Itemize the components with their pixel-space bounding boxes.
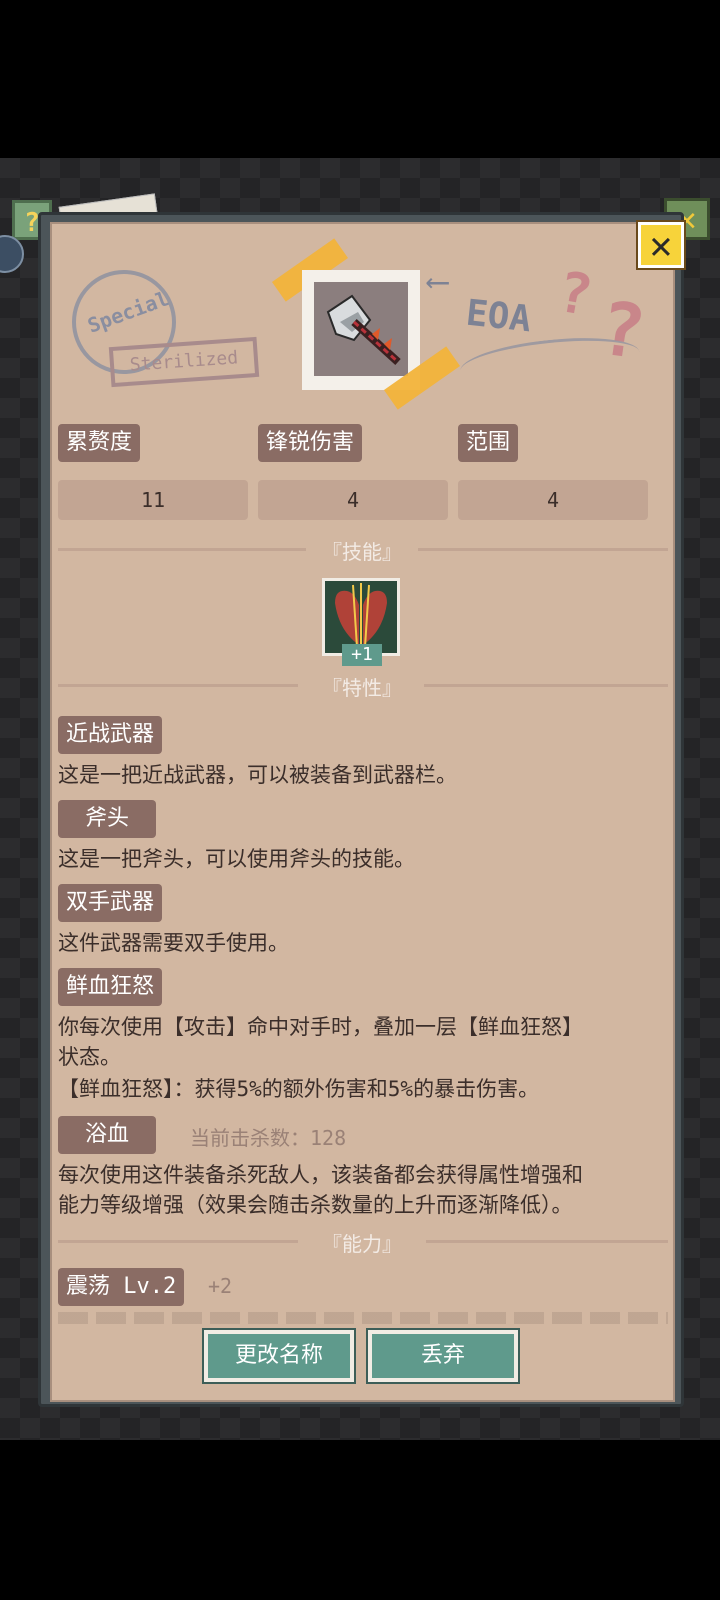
trait-desc-melee: 这是一把近战武器，可以被装备到武器栏。 <box>58 763 457 787</box>
trait-tag-blood-rage: 鲜血狂怒 <box>58 968 163 1006</box>
stat-value-encumbrance: 11 <box>58 480 248 520</box>
divider <box>426 1240 668 1243</box>
divider <box>58 548 306 551</box>
scribble-text: EOA <box>464 292 533 341</box>
axe-icon <box>314 282 408 376</box>
divider <box>58 684 298 687</box>
divider <box>424 684 668 687</box>
stat-label-encumbrance: 累赘度 <box>58 424 141 462</box>
trait-desc-bloodbath-1: 每次使用这件装备杀死敌人，该装备都会获得属性增强和 <box>58 1163 583 1187</box>
arrow-icon: ⟵ <box>428 262 448 300</box>
ability-bonus: +2 <box>208 1274 233 1298</box>
item-image <box>302 270 420 390</box>
trait-desc-blood-rage-1: 你每次使用【攻击】命中对手时，叠加一层【鲜血狂怒】 <box>58 1015 583 1039</box>
stat-value-sharp-damage: 4 <box>258 480 448 520</box>
section-title-skills: 『技能』 <box>322 540 402 564</box>
stat-value-range: 4 <box>458 480 648 520</box>
ability-desc-cutoff <box>58 1312 668 1324</box>
trait-tag-bloodbath: 浴血 <box>58 1116 156 1154</box>
trait-desc-axe: 这是一把斧头，可以使用斧头的技能。 <box>58 847 415 871</box>
rename-button[interactable]: 更改名称 <box>202 1328 356 1384</box>
stat-label-sharp-damage: 锋锐伤害 <box>258 424 363 462</box>
trait-tag-axe: 斧头 <box>58 800 156 838</box>
stat-label-range: 范围 <box>458 424 519 462</box>
section-title-traits: 『特性』 <box>322 676 402 700</box>
trait-desc-blood-rage-3: 【鲜血狂怒】：获得5%的额外伤害和5%的暴击伤害。 <box>58 1077 540 1101</box>
trait-desc-two-handed: 这件武器需要双手使用。 <box>58 931 289 955</box>
trait-tag-melee: 近战武器 <box>58 716 163 754</box>
section-title-abilities: 『能力』 <box>322 1232 402 1256</box>
discard-button[interactable]: 丢弃 <box>366 1328 520 1384</box>
close-button[interactable]: ✕ <box>636 220 686 270</box>
trait-tag-two-handed: 双手武器 <box>58 884 163 922</box>
divider <box>418 548 668 551</box>
kill-count: 当前击杀数：128 <box>190 1126 347 1150</box>
trait-desc-bloodbath-2: 能力等级增强（效果会随击杀数量的上升而逐渐降低）。 <box>58 1193 573 1217</box>
trait-desc-blood-rage-2: 状态。 <box>58 1045 121 1069</box>
divider <box>58 1240 298 1243</box>
skill-level-badge: +1 <box>342 644 382 666</box>
ability-tag-shock[interactable]: 震荡 Lv.2 <box>58 1268 185 1306</box>
